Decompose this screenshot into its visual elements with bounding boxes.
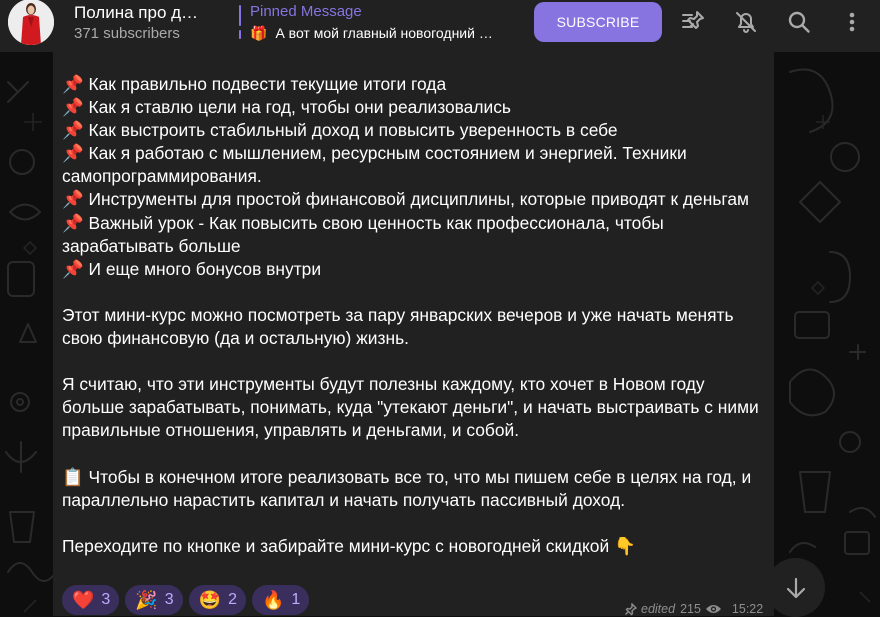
message-paragraph: 📋 Чтобы в конечном итоге реализовать все… [62,466,752,510]
pinned-message-text: А вот мой главный новогодний … [275,25,493,41]
message-text: 📌 Как правильно подвести текущие итоги г… [62,73,768,558]
reaction-heart[interactable]: ❤️ 3 [62,585,120,615]
person-in-red-suit-image [8,0,54,45]
reaction-fire[interactable]: 🔥 1 [251,585,310,615]
fire-icon: 🔥 [261,590,285,610]
subscribe-button[interactable]: SUBSCRIBE [534,2,662,42]
scroll-down-button[interactable] [766,558,825,617]
channel-title[interactable]: Полина про д… [74,3,214,23]
search-icon[interactable] [785,8,813,36]
message-paragraph: Переходите по кнопке и забирайте мини-ку… [62,535,636,556]
eye-icon [705,605,721,613]
mute-bell-icon[interactable] [732,8,760,36]
reaction-count: 1 [291,591,301,608]
bullet-line: 📌 И еще много бонусов внутри [62,258,322,279]
bullet-line: 📌 Как я работаю с мышлением, ресурсным с… [62,143,687,187]
pinned-list-icon[interactable] [679,8,707,36]
edited-label: edited [641,602,676,616]
bullet-line: 📌 Важный урок - Как повысить свою ценнос… [62,212,664,256]
bullet-line: 📌 Инструменты для простой финансовой дис… [62,189,749,210]
bullet-line: 📌 Как я ставлю цели на год, чтобы они ре… [62,97,511,118]
message-paragraph: Этот мини-курс можно посмотреть за пару … [62,304,734,349]
pin-icon [625,602,637,615]
star-struck-icon: 🤩 [198,590,222,610]
gift-emoji: 🎁 [250,25,268,41]
pinned-message-preview[interactable]: 🎁 А вот мой главный новогодний … [250,25,512,42]
bullet-line: 📌 Как правильно подвести текущие итоги г… [62,74,447,94]
pinned-indicator [239,5,241,39]
subscriber-count: 371 subscribers [74,25,180,42]
heart-icon: ❤️ [72,590,95,610]
party-popper-icon: 🎉 [135,590,158,610]
more-vertical-icon[interactable] [838,8,866,36]
chat-header: Полина про д… 371 subscribers Pinned Mes… [0,0,880,52]
arrow-down-icon [786,577,805,598]
reactions-row: ❤️ 3 🎉 3 🤩 2 🔥 1 [62,585,310,615]
channel-avatar[interactable] [8,0,54,45]
message-time: 15:22 [731,602,764,616]
bullet-line: 📌 Как выстроить стабильный доход и повыс… [62,120,618,141]
message-meta: edited 215 15:22 [624,602,763,616]
view-count: 215 [680,602,701,616]
message-paragraph: Я считаю, что эти инструменты будут поле… [62,374,759,441]
reaction-party[interactable]: 🎉 3 [125,585,183,615]
reaction-star-struck[interactable]: 🤩 2 [188,585,246,615]
reaction-count: 3 [164,591,174,608]
reaction-count: 2 [228,591,237,608]
pinned-message-label[interactable]: Pinned Message [250,3,362,20]
reaction-count: 3 [101,591,111,608]
